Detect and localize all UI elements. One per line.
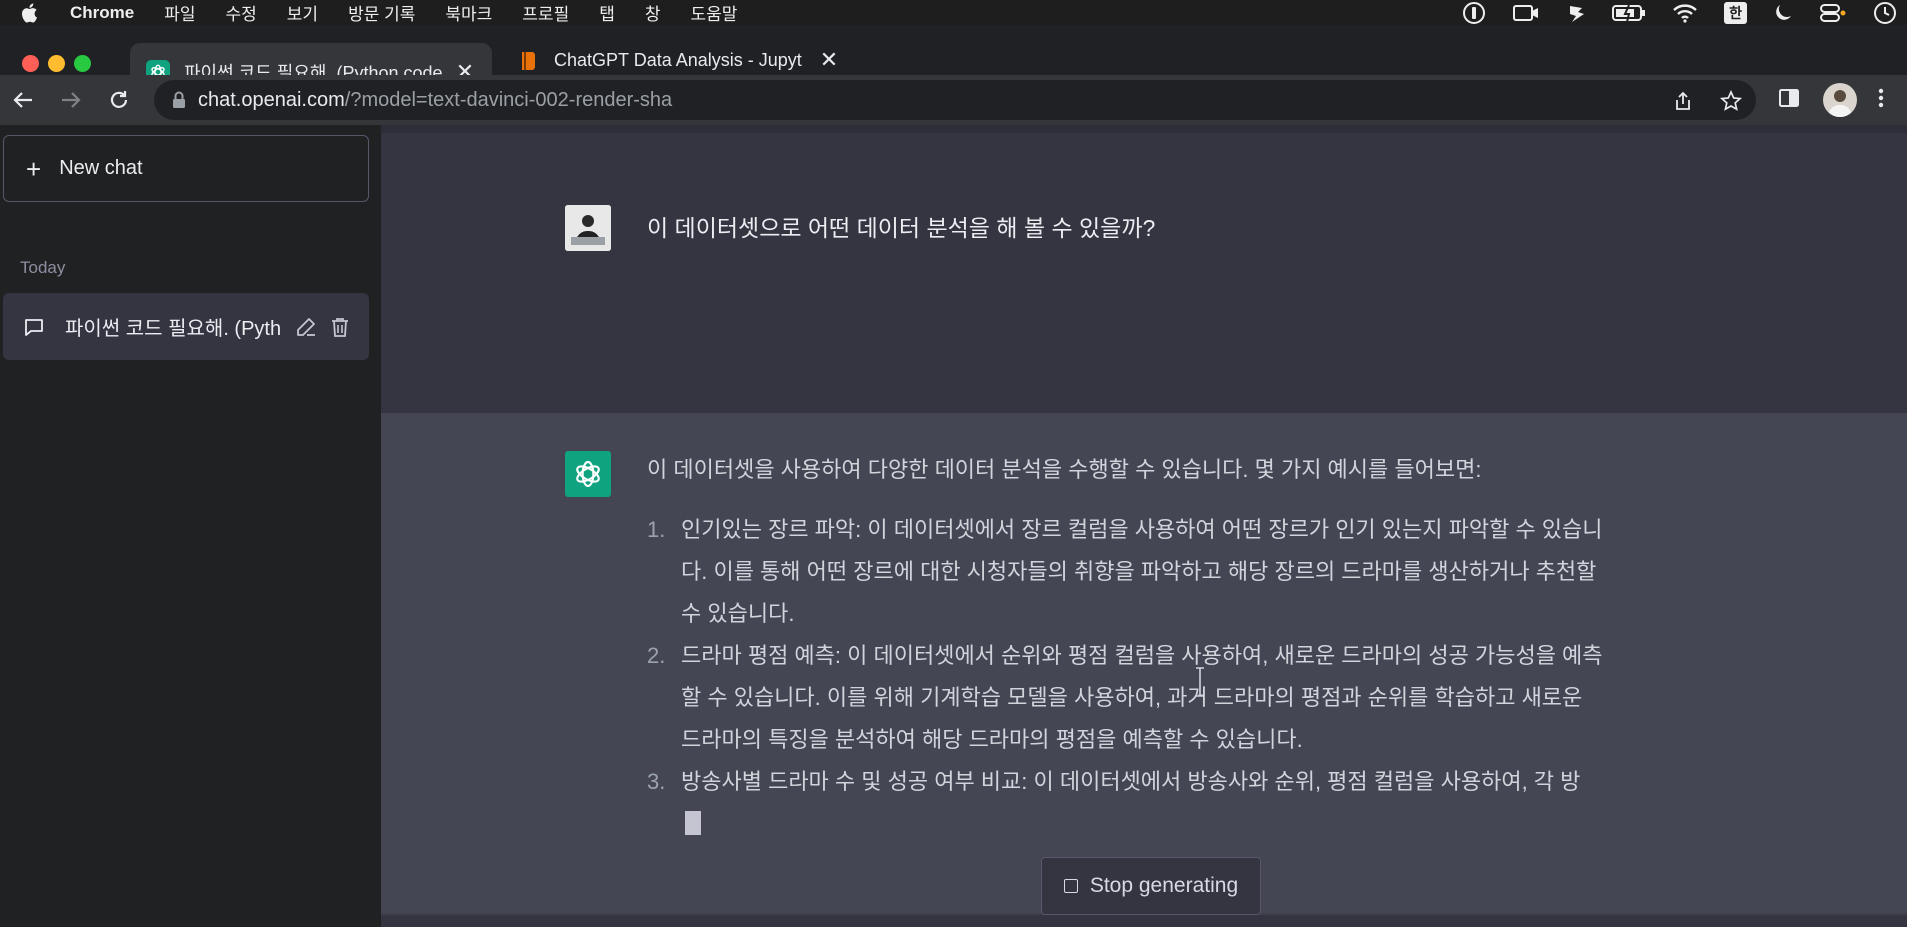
chat-sidebar: + New chat Today 파이썬 코드 필요해. (Pyth: [0, 125, 381, 927]
tab-jupyter[interactable]: ChatGPT Data Analysis - Jupyt ✕: [508, 44, 848, 76]
app-status-icon[interactable]: [1566, 2, 1586, 24]
list-number: 2.: [647, 643, 666, 668]
list-number: 1.: [647, 517, 666, 542]
assistant-intro: 이 데이터셋을 사용하여 다양한 데이터 분석을 수행할 수 있습니다. 몇 가…: [647, 457, 1482, 482]
share-icon[interactable]: [1672, 90, 1694, 112]
new-chat-label: New chat: [59, 157, 143, 179]
assistant-list: 1. 인기있는 장르 파악: 이 데이터셋에서 장르 컬럼을 사용하여 어떤 장…: [647, 509, 1607, 845]
user-message-text: 이 데이터셋으로 어떤 데이터 분석을 해 볼 수 있을까?: [647, 215, 1156, 241]
trash-icon[interactable]: [329, 316, 351, 338]
window-close-button[interactable]: [22, 55, 39, 72]
menu-help[interactable]: 도움말: [691, 0, 738, 25]
bookmark-star-icon[interactable]: [1720, 90, 1742, 112]
apple-icon[interactable]: [20, 3, 40, 23]
tab-title: ChatGPT Data Analysis - Jupyt: [554, 49, 802, 70]
control-center-icon[interactable]: [1819, 3, 1847, 23]
window-zoom-button[interactable]: [74, 55, 91, 72]
menu-file[interactable]: 파일: [164, 0, 195, 25]
list-number: 3.: [647, 769, 666, 794]
stop-generating-button[interactable]: Stop generating: [1041, 857, 1261, 915]
list-item: 3. 방송사별 드라마 수 및 성공 여부 비교: 이 데이터셋에서 방송사와 …: [647, 761, 1607, 845]
back-arrow-icon[interactable]: [10, 87, 36, 113]
menu-view[interactable]: 보기: [287, 0, 318, 25]
edit-pencil-icon[interactable]: [295, 316, 317, 338]
openai-logo-icon: [565, 451, 611, 497]
list-text: 인기있는 장르 파악: 이 데이터셋에서 장르 컬럼을 사용하여 어떤 장르가 …: [681, 517, 1603, 626]
address-bar[interactable]: chat.openai.com/?model=text-davinci-002-…: [154, 80, 1756, 120]
list-text: 드라마 평점 예측: 이 데이터셋에서 순위와 평점 컬럼을 사용하여, 새로운…: [681, 643, 1603, 752]
focus-moon-icon[interactable]: [1773, 3, 1793, 23]
menu-bookmarks[interactable]: 북마크: [445, 0, 492, 25]
new-chat-button[interactable]: + New chat: [3, 135, 369, 202]
window-minimize-button[interactable]: [48, 55, 65, 72]
clock-icon[interactable]: [1873, 1, 1897, 25]
forward-arrow-icon[interactable]: [58, 87, 84, 113]
chat-main: 이 데이터셋으로 어떤 데이터 분석을 해 볼 수 있을까? 이 데이터셋을 사…: [381, 125, 1907, 927]
list-text-content: 방송사별 드라마 수 및 성공 여부 비교: 이 데이터셋에서 방송사와 순위,…: [681, 769, 1581, 794]
stop-square-icon: [1063, 879, 1078, 893]
macos-menu-bar: Chrome 파일 수정 보기 방문 기록 북마크 프로필 탭 창 도움말 한: [0, 0, 1907, 25]
wifi-icon[interactable]: [1672, 3, 1698, 23]
menu-tab[interactable]: 탭: [599, 0, 615, 25]
assistant-message: 이 데이터셋을 사용하여 다양한 데이터 분석을 수행할 수 있습니다. 몇 가…: [647, 449, 1607, 845]
stop-generating-label: Stop generating: [1089, 874, 1239, 897]
menu-window[interactable]: 창: [645, 0, 661, 25]
browser-toolbar: chat.openai.com/?model=text-davinci-002-…: [0, 75, 1907, 125]
side-panel-icon[interactable]: [1778, 87, 1800, 109]
battery-icon[interactable]: [1612, 3, 1646, 23]
history-item-label: 파이썬 코드 필요해. (Pyth: [65, 318, 282, 340]
streaming-cursor: [685, 811, 701, 835]
lock-icon[interactable]: [172, 91, 186, 109]
plus-icon: +: [26, 153, 42, 184]
browser-tab-strip: 파이썬 코드 필요해. (Python code ✕ ChatGPT Data …: [0, 25, 1907, 104]
url-host: chat.openai.com: [198, 88, 345, 111]
accessibility-icon[interactable]: [1462, 1, 1486, 25]
camera-icon[interactable]: [1512, 3, 1540, 23]
input-source-indicator[interactable]: 한: [1724, 1, 1747, 24]
chrome-menu-kebab-icon[interactable]: [1878, 87, 1884, 109]
menu-edit[interactable]: 수정: [226, 0, 257, 25]
user-message-row: 이 데이터셋으로 어떤 데이터 분석을 해 볼 수 있을까?: [381, 133, 1907, 413]
profile-avatar[interactable]: [1823, 83, 1857, 117]
ibeam-mouse-cursor-icon: [1195, 667, 1204, 697]
assistant-message-row: 이 데이터셋을 사용하여 다양한 데이터 분석을 수행할 수 있습니다. 몇 가…: [381, 413, 1907, 915]
list-item: 2. 드라마 평점 예측: 이 데이터셋에서 순위와 평점 컬럼을 사용하여, …: [647, 635, 1607, 761]
user-avatar: [565, 205, 611, 251]
menubar-status-area: 한: [1462, 0, 1897, 25]
list-item: 1. 인기있는 장르 파악: 이 데이터셋에서 장르 컬럼을 사용하여 어떤 장…: [647, 509, 1607, 635]
menu-profile[interactable]: 프로필: [522, 0, 569, 25]
menubar-app-name[interactable]: Chrome: [70, 3, 134, 23]
scroll-shadow: [381, 125, 1907, 133]
menu-history[interactable]: 방문 기록: [348, 0, 415, 25]
history-item[interactable]: 파이썬 코드 필요해. (Pyth: [3, 293, 369, 360]
list-text: 방송사별 드라마 수 및 성공 여부 비교: 이 데이터셋에서 방송사와 순위,…: [681, 761, 1607, 845]
history-section-today: Today: [20, 258, 66, 277]
chat-bubble-icon: [23, 316, 45, 338]
jupyter-icon: [516, 48, 540, 72]
tab-close-icon[interactable]: ✕: [818, 47, 840, 72]
reload-icon[interactable]: [106, 87, 132, 113]
url-path: /?model=text-davinci-002-render-sha: [344, 88, 673, 111]
